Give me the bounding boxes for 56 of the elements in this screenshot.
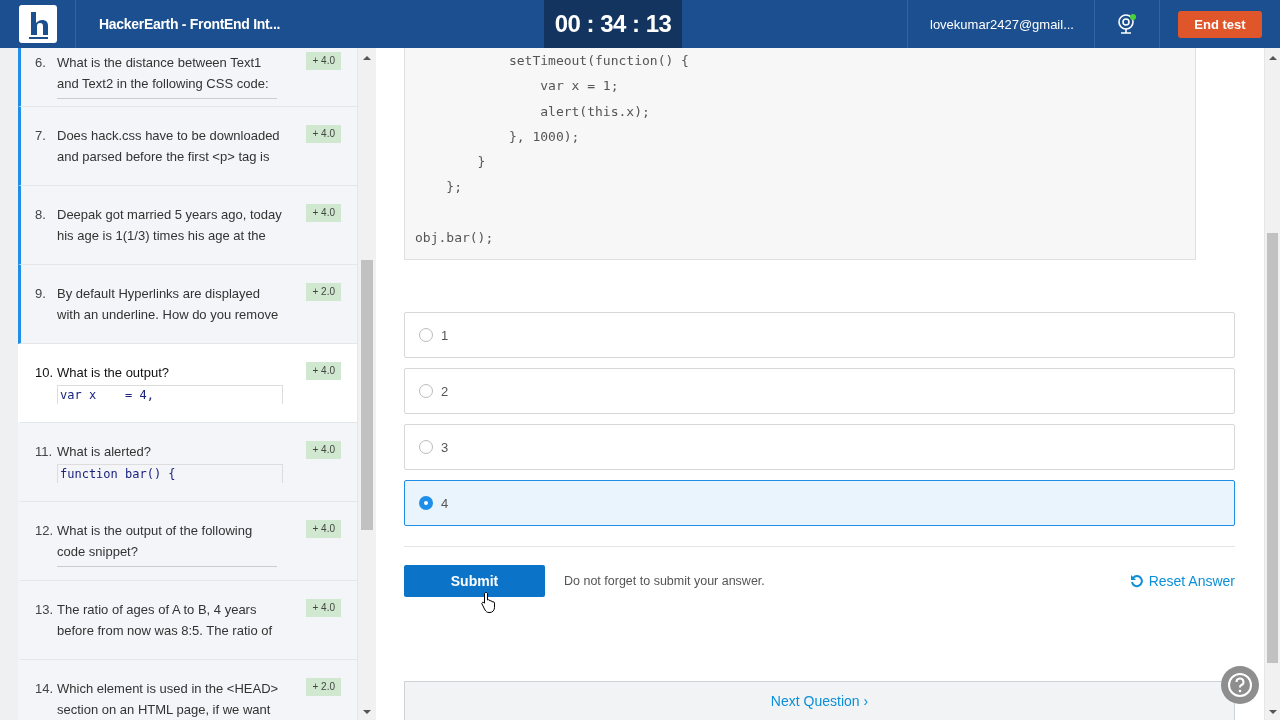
webcam-icon[interactable]: [1117, 13, 1137, 35]
question-number: 6.: [35, 54, 47, 72]
question-text: Does hack.css have to be downloaded and parsed before the first <p> tag is: [57, 127, 281, 166]
sidebar-scrollbar[interactable]: [357, 48, 376, 720]
logo-icon[interactable]: [18, 5, 57, 43]
code-block: setTimeout(function() { var x = 1; alert(this.x); }, 1000); } }; obj.bar();: [404, 48, 1196, 261]
answer-option[interactable]: 4: [404, 480, 1235, 527]
end-test-button[interactable]: End test: [1178, 10, 1262, 38]
help-icon[interactable]: [1220, 665, 1260, 705]
question-item[interactable]: 9. By default Hyperlinks are displayed with an underline. How do you remove + 2.0: [18, 265, 357, 344]
question-item[interactable]: 8. Deepak got married 5 years ago, today his age is 1(1/3) times his age at the + 4.0: [18, 186, 357, 265]
hand-cursor-icon: [481, 591, 497, 613]
question-text: Deepak got married 5 years ago, today his age is 1(1/3) times his age at the: [57, 206, 283, 245]
question-text: What is alerted?: [57, 443, 152, 461]
question-text: By default Hyperlinks are displayed with an underline. How do you remove: [57, 285, 280, 324]
submit-button[interactable]: Submit: [404, 565, 545, 598]
answer-option[interactable]: 2: [404, 368, 1235, 415]
question-number: 8.: [35, 206, 47, 224]
score-badge: + 4.0: [306, 52, 341, 70]
score-badge: + 4.0: [306, 599, 341, 617]
score-badge: + 4.0: [306, 362, 341, 380]
question-text: What is the output?: [57, 364, 170, 382]
score-badge: + 2.0: [306, 678, 341, 696]
answer-option[interactable]: 3: [404, 424, 1235, 471]
question-number: 11.: [35, 443, 54, 461]
score-badge: + 4.0: [306, 125, 341, 143]
reset-icon: [1129, 574, 1144, 589]
countdown-timer: 00 : 34 : 13: [544, 0, 682, 48]
question-number: 10.: [35, 364, 55, 382]
score-badge: + 4.0: [306, 520, 341, 538]
question-text: Which element is used in the <HEAD> section on an HTML page, if we want: [57, 680, 280, 719]
question-number: 7.: [35, 127, 47, 145]
question-item[interactable]: 10. What is the output? var x = 4, + 4.0: [18, 344, 357, 423]
score-badge: + 2.0: [306, 283, 341, 301]
question-text: What is the distance between Text1 and Text2 in the following CSS code:: [57, 54, 270, 93]
radio-button[interactable]: [419, 440, 433, 455]
score-badge: + 4.0: [306, 204, 341, 222]
question-item[interactable]: 6. What is the distance between Text1 and Text2 in the following CSS code: + 4.0: [18, 48, 357, 107]
submit-reminder: Do not forget to submit your answer.: [564, 574, 765, 589]
test-title: HackerEarth - FrontEnd Int...: [99, 16, 282, 32]
question-item[interactable]: 7. Does hack.css have to be downloaded and parsed before the first <p> tag is + 4.0: [18, 107, 357, 186]
radio-button[interactable]: [419, 384, 433, 399]
reset-answer-button[interactable]: Reset Answer: [1129, 573, 1235, 590]
radio-button[interactable]: [419, 328, 433, 343]
question-number: 12.: [35, 522, 55, 540]
question-number: 14.: [35, 680, 55, 698]
radio-button[interactable]: [419, 496, 433, 511]
question-number: 9.: [35, 285, 47, 303]
answer-option[interactable]: 1: [404, 312, 1235, 359]
question-text: The ratio of ages of A to B, 4 years before from now was 8:5. The ratio of: [57, 601, 274, 640]
question-text: What is the output of the following code snippet?: [57, 522, 254, 561]
question-number: 13.: [35, 601, 55, 619]
page-scrollbar[interactable]: [1264, 48, 1280, 720]
score-badge: + 4.0: [306, 441, 341, 459]
code-preview: var x = 4,: [57, 385, 283, 404]
code-preview: function bar() {: [57, 464, 283, 483]
